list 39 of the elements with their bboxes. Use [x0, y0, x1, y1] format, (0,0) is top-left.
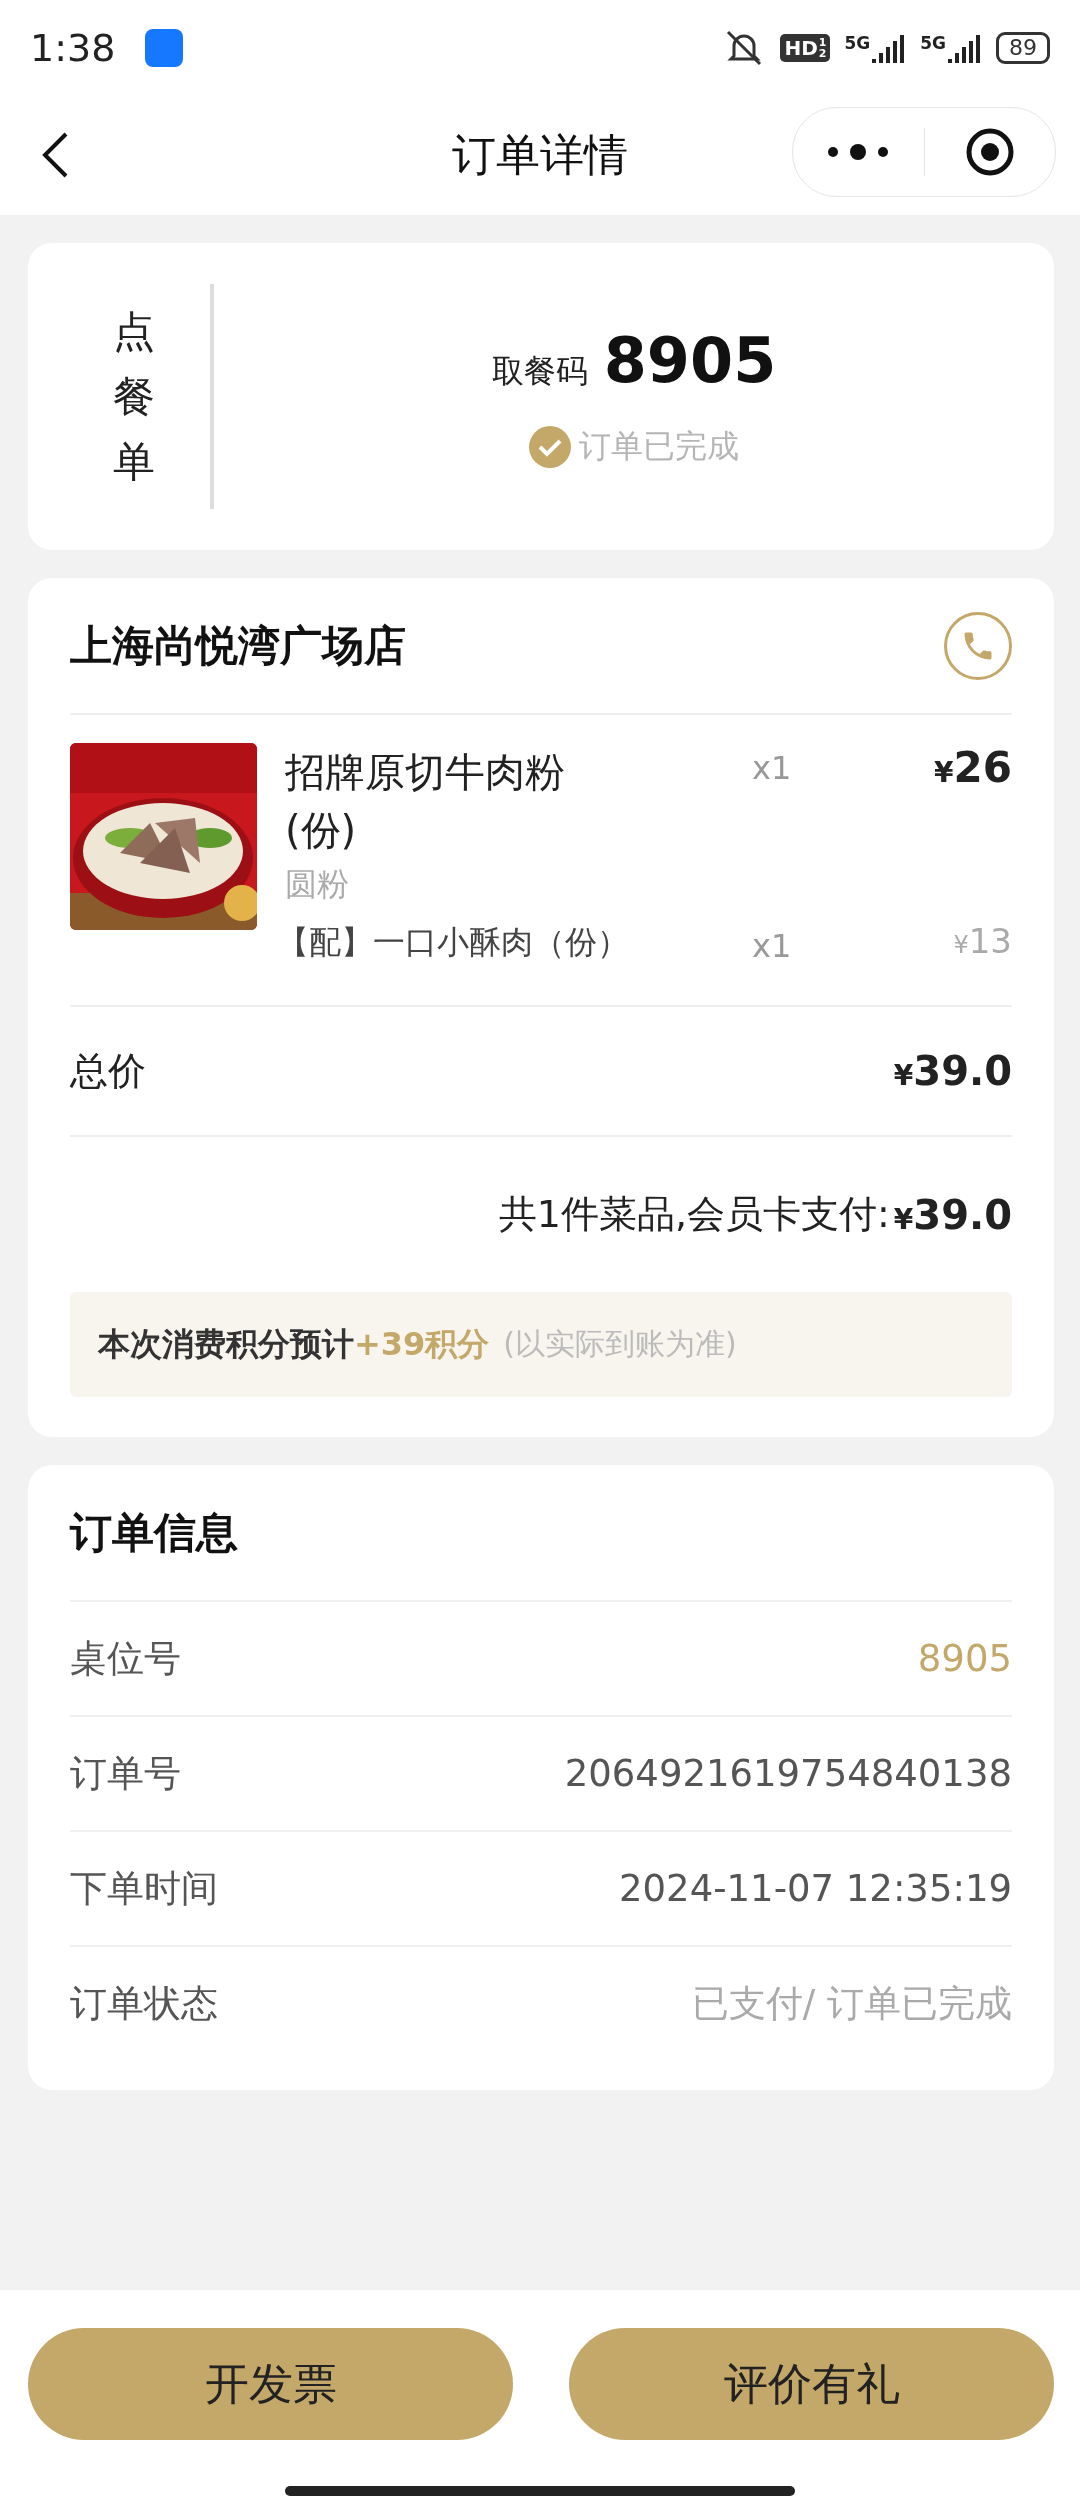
points-label: 本次消费积分预计 — [98, 1323, 354, 1365]
back-icon[interactable] — [40, 131, 70, 179]
addon-quantity: x1 — [752, 926, 793, 965]
item-price: ¥26 — [933, 743, 1012, 792]
pickup-code: 8905 — [603, 324, 777, 397]
paid-amount: ¥39.0 — [893, 1191, 1012, 1238]
order-type-label: 点餐单 — [112, 305, 156, 489]
info-value: 已支付/ 订单已完成 — [691, 1980, 1012, 2027]
item-spec: 圆粉 — [285, 864, 350, 905]
store-name: 上海尚悦湾广场店 — [70, 619, 406, 672]
total-amount: ¥39.0 — [893, 1048, 1012, 1094]
check-icon — [529, 426, 571, 468]
info-value: 2024-11-07 12:35:19 — [619, 1867, 1012, 1910]
pickup-code-label: 取餐码 — [491, 351, 588, 392]
app-icon — [145, 28, 184, 67]
info-label: 下单时间 — [70, 1865, 218, 1912]
info-label: 桌位号 — [70, 1635, 181, 1682]
item-name: 招牌原切牛肉粉(份) — [285, 748, 566, 855]
addon-price: ¥13 — [952, 921, 1012, 961]
signal-indicator: 5G — [920, 32, 982, 63]
action-button[interactable]: 开发票 — [28, 2328, 513, 2440]
order-status: 订单已完成 — [579, 426, 739, 467]
points-disclaimer: (以实际到账为准) — [503, 1325, 737, 1363]
action-button[interactable]: 评价有礼 — [569, 2328, 1054, 2440]
status-time: 1:38 — [30, 25, 116, 70]
page-title: 订单详情 — [452, 127, 628, 182]
section-title: 订单信息 — [70, 1506, 239, 1559]
addon-name: 【配】一口小酥肉（份） — [277, 922, 630, 963]
signal-indicator: 5G — [844, 32, 907, 63]
info-label: 订单号 — [70, 1750, 181, 1797]
payment-summary: 共1件菜品,会员卡支付: — [498, 1191, 890, 1238]
target-icon — [964, 127, 1015, 177]
battery-level: 89 — [996, 31, 1050, 64]
info-value: 2064921619754840138 — [564, 1752, 1012, 1795]
item-quantity: x1 — [752, 748, 793, 787]
info-label: 订单状态 — [70, 1980, 218, 2027]
info-value: 8905 — [917, 1637, 1012, 1680]
total-label: 总价 — [70, 1047, 146, 1095]
points-value: +39积分 — [354, 1323, 490, 1365]
